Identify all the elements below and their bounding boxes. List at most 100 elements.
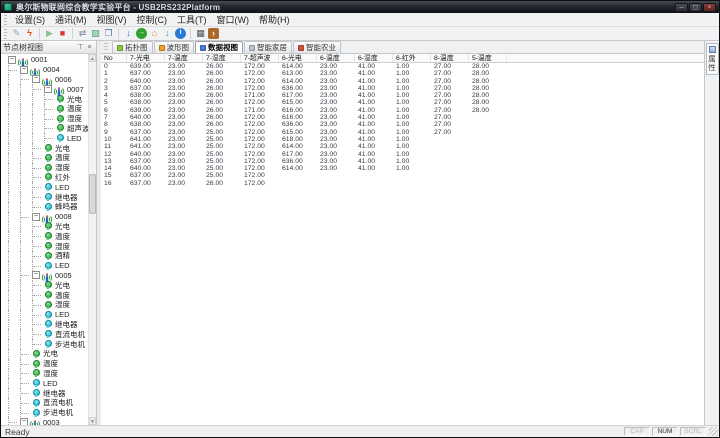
tree-expander[interactable]: −: [44, 85, 52, 93]
tree-item-湿度[interactable]: 湿度: [1, 241, 96, 251]
connect-icon[interactable]: ⇄: [77, 28, 88, 39]
tree-expander[interactable]: −: [32, 271, 40, 279]
scrollbar-thumb[interactable]: [89, 174, 96, 214]
table-row[interactable]: 4638.0023.0026.00171.00617.0023.0041.001…: [101, 92, 704, 99]
table-row[interactable]: 8638.0023.0026.00172.00636.0023.0041.001…: [101, 121, 704, 128]
menu-grip[interactable]: [4, 15, 7, 25]
table-row[interactable]: 16637.0023.0026.00172.00: [101, 180, 704, 187]
exit-icon[interactable]: ›: [208, 28, 219, 39]
tree-item-温度[interactable]: 温度: [1, 153, 96, 163]
tab-波形图[interactable]: 波形图: [154, 41, 195, 53]
tree-item-继电器[interactable]: 继电器: [1, 192, 96, 202]
table-row[interactable]: 0639.0023.0026.00172.00614.0023.0041.001…: [101, 63, 704, 70]
tab-数据视图[interactable]: 数据视图: [195, 41, 243, 53]
tab-拓扑图[interactable]: 拓扑图: [112, 41, 153, 53]
cell: 8: [101, 121, 127, 128]
menu-item-5[interactable]: 窗口(W): [212, 12, 255, 27]
tree-item-LED[interactable]: LED: [1, 182, 96, 192]
tree-guide: [20, 94, 32, 104]
image-icon[interactable]: ▧: [90, 28, 101, 39]
tabbar-grip[interactable]: [104, 43, 108, 52]
tree-item-温度[interactable]: 温度: [1, 290, 96, 300]
scroll-down-arrow-icon[interactable]: ▼: [89, 417, 96, 425]
tree-item-湿度[interactable]: 湿度: [1, 163, 96, 173]
tree-expander[interactable]: −: [20, 66, 28, 74]
menu-item-3[interactable]: 控制(C): [132, 12, 173, 27]
tree-view: −0001−0004−0006−0007光电温度湿度超声波LED光电温度湿度红外…: [1, 54, 96, 425]
toolbar-grip[interactable]: [4, 29, 7, 39]
table-row[interactable]: 6639.0023.0026.00171.00616.0023.0041.001…: [101, 107, 704, 114]
resize-grip[interactable]: [709, 427, 718, 436]
go-icon[interactable]: →: [136, 28, 147, 39]
tree-item-0004[interactable]: −0004: [1, 65, 96, 75]
tree-item-0005[interactable]: −0005: [1, 271, 96, 281]
tree-item-0003[interactable]: −0003: [1, 417, 96, 425]
tree-item-超声波[interactable]: 超声波: [1, 124, 96, 134]
keyboard-icon[interactable]: ▦: [195, 28, 206, 39]
tree-item-label: 湿度: [43, 368, 58, 379]
stop-icon[interactable]: ■: [57, 28, 68, 39]
tree-item-湿度[interactable]: 湿度: [1, 369, 96, 379]
window-icon[interactable]: ❐: [103, 28, 114, 39]
status-bar: Ready CAPNUMSCRL: [1, 425, 719, 437]
table-row[interactable]: 14640.0023.0025.00172.00614.0023.0041.00…: [101, 165, 704, 172]
tree-item-光电[interactable]: 光电: [1, 280, 96, 290]
menu-item-2[interactable]: 视图(V): [92, 12, 132, 27]
edit-icon[interactable]: ✎: [11, 28, 22, 39]
table-row[interactable]: 15637.0023.0025.00172.00: [101, 172, 704, 179]
tree-item-酒精[interactable]: 酒精: [1, 251, 96, 261]
minimize-button[interactable]: ─: [675, 3, 688, 12]
table-row[interactable]: 1637.0023.0026.00172.00613.0023.0041.001…: [101, 70, 704, 77]
tree-item-步进电机[interactable]: 步进电机: [1, 408, 96, 418]
tree-item-LED[interactable]: LED: [1, 133, 96, 143]
sensor-pin-icon: [57, 124, 64, 131]
table-row[interactable]: 3637.0023.0026.00172.00636.0023.0041.001…: [101, 85, 704, 92]
info-icon[interactable]: i: [175, 28, 186, 39]
cell: 172.00: [241, 165, 279, 172]
table-row[interactable]: 11641.0023.0025.00172.00614.0023.0041.00…: [101, 143, 704, 150]
cell: [431, 143, 469, 150]
tree-item-0001[interactable]: −0001: [1, 55, 96, 65]
tree-expander[interactable]: −: [20, 418, 28, 425]
tab-智能农业[interactable]: 智能农业: [293, 41, 341, 53]
arrow-down-icon[interactable]: ↓: [162, 28, 173, 39]
maximize-button[interactable]: ▢: [689, 3, 702, 12]
tab-智能家居[interactable]: 智能家居: [244, 41, 292, 53]
tree-expander[interactable]: −: [32, 213, 40, 221]
tree-expander[interactable]: −: [8, 56, 16, 64]
menu-item-1[interactable]: 通讯(M): [50, 12, 92, 27]
table-row[interactable]: 9637.0023.0025.00172.00615.0023.0041.001…: [101, 129, 704, 136]
tree-item-湿度[interactable]: 湿度: [1, 300, 96, 310]
scroll-up-arrow-icon[interactable]: ▲: [89, 54, 96, 62]
table-row[interactable]: 13637.0023.0025.00172.00636.0023.0041.00…: [101, 158, 704, 165]
menu-item-6[interactable]: 帮助(H): [254, 12, 295, 27]
menu-item-0[interactable]: 设置(S): [10, 12, 50, 27]
pin-icon[interactable]: ⊤: [76, 42, 85, 53]
tree-item-光电[interactable]: 光电: [1, 222, 96, 232]
close-icon[interactable]: ×: [85, 42, 94, 53]
table-row[interactable]: 12640.0023.0025.00172.00617.0023.0041.00…: [101, 151, 704, 158]
table-row[interactable]: 7640.0023.0026.00172.00616.0023.0041.001…: [101, 114, 704, 121]
tree-item-蜂鸣器[interactable]: 蜂鸣器: [1, 202, 96, 212]
tree-item-温度[interactable]: 温度: [1, 231, 96, 241]
tree-expander[interactable]: −: [32, 75, 40, 83]
properties-panel-tab[interactable]: 属性: [706, 43, 719, 75]
tree-item-步进电机[interactable]: 步进电机: [1, 339, 96, 349]
download-icon[interactable]: ↓: [123, 28, 134, 39]
tree-item-0006[interactable]: −0006: [1, 75, 96, 85]
tree-item-0008[interactable]: −0008: [1, 212, 96, 222]
home-icon[interactable]: ⌂: [149, 28, 160, 39]
play-icon[interactable]: ▶: [44, 28, 55, 39]
tree-item-红外[interactable]: 红外: [1, 173, 96, 183]
menu-item-4[interactable]: 工具(T): [172, 12, 212, 27]
table-row[interactable]: 5638.0023.0026.00172.00615.0023.0041.001…: [101, 99, 704, 106]
lightning-icon[interactable]: ϟ: [24, 28, 35, 39]
tree-item-LED[interactable]: LED: [1, 310, 96, 320]
table-row[interactable]: 10641.0023.0025.00172.00618.0023.0041.00…: [101, 136, 704, 143]
close-button[interactable]: ×: [703, 3, 716, 12]
tree-item-光电[interactable]: 光电: [1, 143, 96, 153]
tree-item-LED[interactable]: LED: [1, 261, 96, 271]
table-row[interactable]: 2640.0023.0026.00172.00614.0023.0041.001…: [101, 78, 704, 85]
tree-scrollbar[interactable]: ▲ ▼: [88, 54, 96, 425]
tree-guide: [20, 329, 32, 339]
